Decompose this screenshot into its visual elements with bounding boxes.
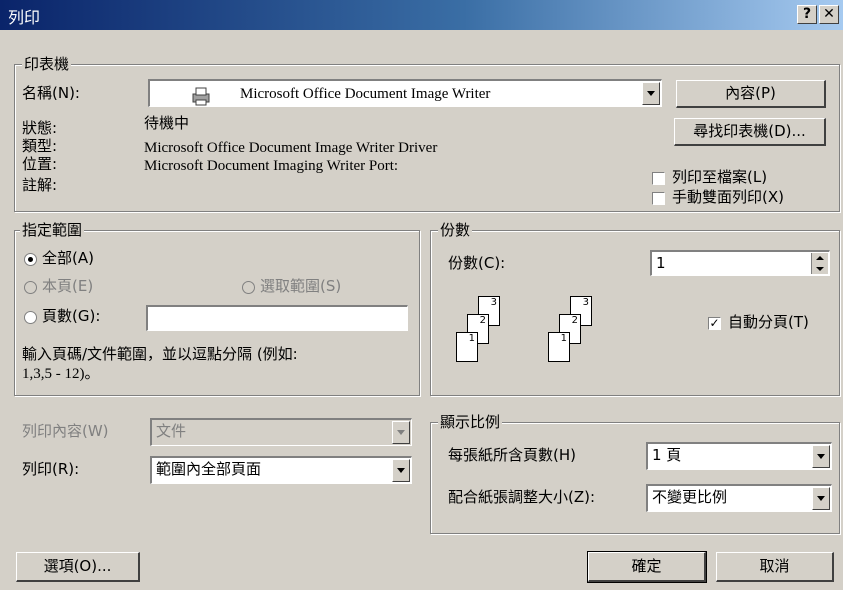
find-printer-button[interactable]: 尋找印表機(D)... <box>674 118 826 146</box>
chevron-down-icon[interactable] <box>642 82 660 105</box>
scale-label: 配合紙張調整大小(Z): <box>448 488 596 506</box>
spinner-icon[interactable] <box>811 253 828 274</box>
cancel-button[interactable]: 取消 <box>716 552 834 582</box>
type-label: 類型: <box>22 137 58 155</box>
chevron-down-icon[interactable] <box>812 487 830 510</box>
status-value: 待機中 <box>144 114 190 132</box>
scale-value: 不變更比例 <box>652 488 728 506</box>
print-to-file-checkbox[interactable] <box>652 172 665 185</box>
chevron-down-icon[interactable] <box>392 459 410 482</box>
title-bar <box>0 0 843 30</box>
zoom-group-label: 顯示比例 <box>438 413 503 431</box>
pages-per-sheet-value: 1 頁 <box>652 446 682 464</box>
where-value: Microsoft Document Imaging Writer Port: <box>144 158 399 174</box>
range-hint: 輸入頁碼/文件範圍，並以逗點分隔 (例如: <box>22 345 298 363</box>
pages-input[interactable] <box>146 305 408 331</box>
print-what-value: 文件 <box>156 422 187 440</box>
range-current-label[interactable]: 本頁(E) <box>42 277 93 295</box>
chevron-down-icon[interactable] <box>812 445 830 468</box>
copies-group-label: 份數 <box>438 221 473 239</box>
window-title: 列印 <box>8 8 41 27</box>
print-what-select[interactable]: 文件 <box>150 418 412 446</box>
print-select[interactable]: 範圍內全部頁面 <box>150 456 412 484</box>
copies-count-value: 1 <box>656 254 666 272</box>
help-button[interactable]: ? <box>797 5 817 24</box>
pages-per-sheet-select[interactable]: 1 頁 <box>646 442 832 470</box>
range-selection-label[interactable]: 選取範圍(S) <box>260 277 341 295</box>
collate-label[interactable]: 自動分頁(T) <box>728 313 809 331</box>
scale-select[interactable]: 不變更比例 <box>646 484 832 512</box>
zoom-group <box>430 422 840 534</box>
type-value: Microsoft Office Document Image Writer D… <box>144 140 438 156</box>
printer-name-select[interactable]: Microsoft Office Document Image Writer <box>148 79 662 107</box>
where-label: 位置: <box>22 155 58 173</box>
print-what-label: 列印內容(W) <box>22 422 109 440</box>
properties-button[interactable]: 內容(P) <box>676 80 826 108</box>
range-all-radio[interactable] <box>24 253 37 266</box>
manual-duplex-label[interactable]: 手動雙面列印(X) <box>672 188 784 206</box>
collate-checkbox[interactable]: ✓ <box>708 317 721 330</box>
chevron-down-icon[interactable] <box>392 421 410 444</box>
printer-group-label: 印表機 <box>22 55 72 73</box>
comment-label: 註解: <box>22 176 58 194</box>
close-button[interactable]: ✕ <box>819 5 839 24</box>
print-to-file-label[interactable]: 列印至檔案(L) <box>672 168 767 186</box>
range-pages-radio[interactable] <box>24 311 37 324</box>
manual-duplex-checkbox[interactable] <box>652 192 665 205</box>
page-range-group-label: 指定範圍 <box>20 221 85 239</box>
copies-count-label: 份數(C): <box>448 254 506 272</box>
status-label: 狀態: <box>22 119 58 137</box>
printer-name-value: Microsoft Office Document Image Writer <box>240 86 491 102</box>
pages-per-sheet-label: 每張紙所含頁數(H) <box>448 446 576 464</box>
printer-icon <box>190 86 212 106</box>
print-value: 範圍內全部頁面 <box>156 460 262 478</box>
range-selection-radio[interactable] <box>242 281 255 294</box>
copies-count-input[interactable]: 1 <box>650 250 830 276</box>
range-all-label[interactable]: 全部(A) <box>42 249 94 267</box>
options-button[interactable]: 選項(O)... <box>16 552 140 582</box>
print-label: 列印(R): <box>22 460 80 478</box>
printer-name-label: 名稱(N): <box>22 84 80 102</box>
range-pages-label[interactable]: 頁數(G): <box>42 307 100 325</box>
ok-button[interactable]: 確定 <box>587 551 707 583</box>
range-current-radio[interactable] <box>24 281 37 294</box>
range-hint-2: 1,3,5 - 12)。 <box>22 366 100 382</box>
